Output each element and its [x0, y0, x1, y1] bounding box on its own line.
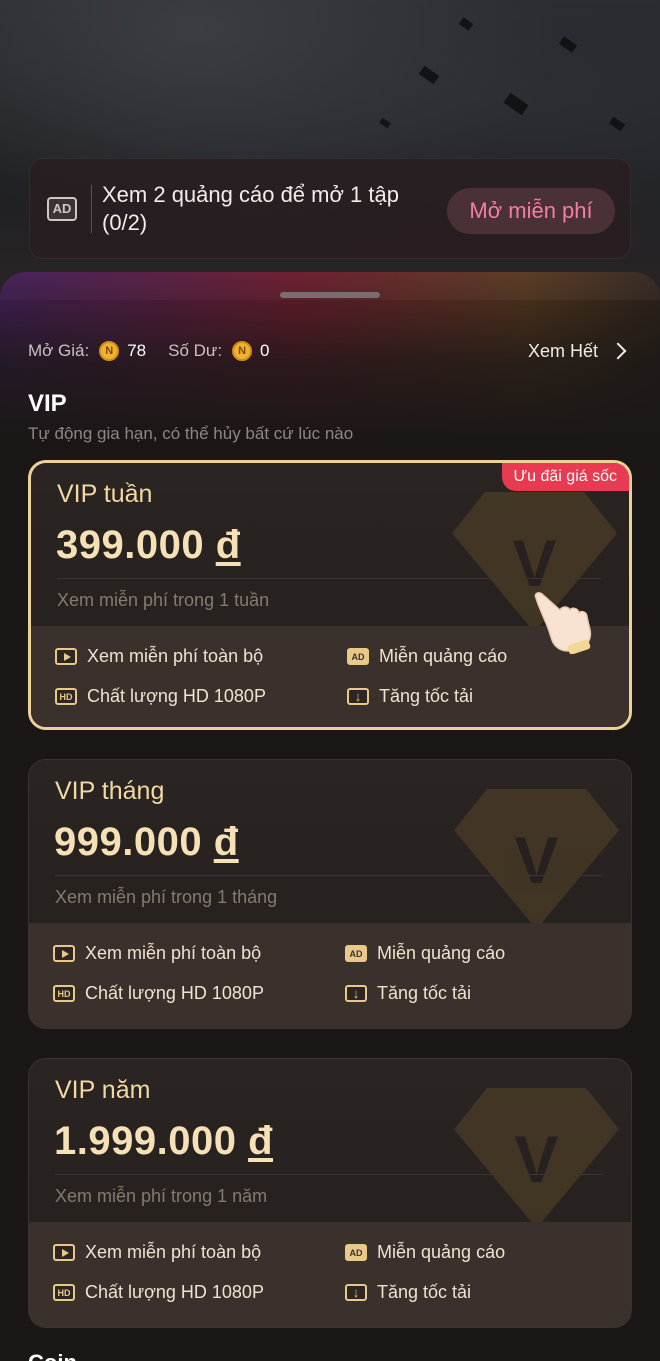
diamond-v-icon: V	[454, 1088, 619, 1229]
next-section-title: Coin	[28, 1352, 88, 1361]
plan-card-yearly[interactable]: V VIP năm 1.999.000 đ Xem miễn phí trong…	[28, 1058, 632, 1328]
unlock-free-button[interactable]: Mở miễn phí	[447, 188, 615, 234]
diamond-v-icon: V	[454, 789, 619, 930]
decor-shard	[558, 36, 578, 53]
ad-block-icon: AD	[345, 1244, 367, 1261]
ad-block-icon: AD	[345, 945, 367, 962]
play-icon	[55, 648, 77, 665]
benefit-speed: Tăng tốc tải	[345, 1282, 471, 1303]
svg-text:V: V	[514, 823, 558, 897]
unlock-price-label: Mở Giá:	[28, 341, 90, 360]
plan-price: 1.999.000 đ	[54, 1119, 274, 1163]
benefit-hd: HD Chất lượng HD 1080P	[55, 686, 266, 707]
benefit-list: Xem miễn phí toàn bộ AD Miễn quảng cáo HD…	[29, 1222, 631, 1327]
pointing-hand-icon	[534, 592, 592, 654]
benefit-no-ads: AD Miễn quảng cáo	[345, 1242, 505, 1263]
plan-description: Xem miễn phí trong 1 tuần	[57, 590, 270, 610]
vip-section-title: VIP	[28, 390, 67, 417]
vip-section-subtitle: Tự động gia hạn, có thể hủy bất cứ lúc n…	[28, 424, 354, 443]
sheet-drag-handle[interactable]	[280, 292, 380, 298]
download-icon	[345, 1284, 367, 1301]
benefit-free-all: Xem miễn phí toàn bộ	[53, 943, 261, 964]
chevron-right-icon	[609, 342, 627, 360]
divider	[55, 1174, 603, 1175]
decor-shard	[379, 117, 391, 129]
hd-icon: HD	[55, 688, 77, 705]
ad-icon: AD	[47, 196, 77, 221]
benefit-speed: Tăng tốc tải	[347, 686, 473, 707]
hd-icon: HD	[53, 985, 75, 1002]
svg-text:V: V	[514, 1122, 558, 1196]
plan-name: VIP năm	[55, 1076, 151, 1104]
see-all-label: Xem Hết	[527, 340, 598, 361]
decor-shard	[503, 92, 529, 116]
plan-description: Xem miễn phí trong 1 tháng	[55, 887, 278, 907]
benefit-no-ads: AD Miễn quảng cáo	[345, 943, 505, 964]
benefit-free-all: Xem miễn phí toàn bộ	[53, 1242, 261, 1263]
deal-badge: Ưu đãi giá sốc	[501, 463, 629, 491]
benefit-free-all: Xem miễn phí toàn bộ	[55, 646, 263, 667]
coin-icon: N	[232, 341, 253, 361]
plan-price: 999.000 đ	[54, 820, 239, 864]
price-info-row: Mở Giá: N 78 Số Dư: N 0 Xem Hết	[28, 339, 632, 363]
download-icon	[347, 688, 369, 705]
see-all-link[interactable]: Xem Hết	[528, 341, 632, 362]
coin-icon: N	[99, 341, 120, 361]
benefit-speed: Tăng tốc tải	[345, 983, 471, 1004]
download-icon	[345, 985, 367, 1002]
decor-shard	[608, 116, 626, 132]
benefit-hd: HD Chất lượng HD 1080P	[53, 1282, 264, 1303]
ad-block-icon: AD	[347, 648, 369, 665]
benefit-list: Xem miễn phí toàn bộ AD Miễn quảng cáo HD…	[29, 923, 631, 1028]
plan-name: VIP tuần	[57, 480, 153, 508]
plan-price: 399.000 đ	[56, 523, 241, 567]
watch-ad-banner: AD Xem 2 quảng cáo để mở 1 tập (0/2) Mở …	[29, 158, 631, 259]
divider	[57, 578, 601, 579]
play-icon	[53, 1244, 75, 1261]
play-icon	[53, 945, 75, 962]
balance-label: Số Dư:	[168, 341, 223, 360]
balance-value: 0	[260, 341, 270, 360]
unlock-price-value: 78	[127, 341, 147, 360]
hd-icon: HD	[53, 1284, 75, 1301]
divider	[55, 875, 603, 876]
decor-shard	[458, 17, 474, 31]
plan-description: Xem miễn phí trong 1 năm	[55, 1186, 268, 1206]
benefit-hd: HD Chất lượng HD 1080P	[53, 983, 264, 1004]
decor-shard	[418, 65, 440, 85]
plan-name: VIP tháng	[55, 777, 165, 805]
divider	[91, 184, 92, 233]
plan-card-monthly[interactable]: V VIP tháng 999.000 đ Xem miễn phí trong…	[28, 759, 632, 1029]
benefit-no-ads: AD Miễn quảng cáo	[347, 646, 507, 667]
watch-ad-text: Xem 2 quảng cáo để mở 1 tập (0/2)	[102, 181, 399, 235]
